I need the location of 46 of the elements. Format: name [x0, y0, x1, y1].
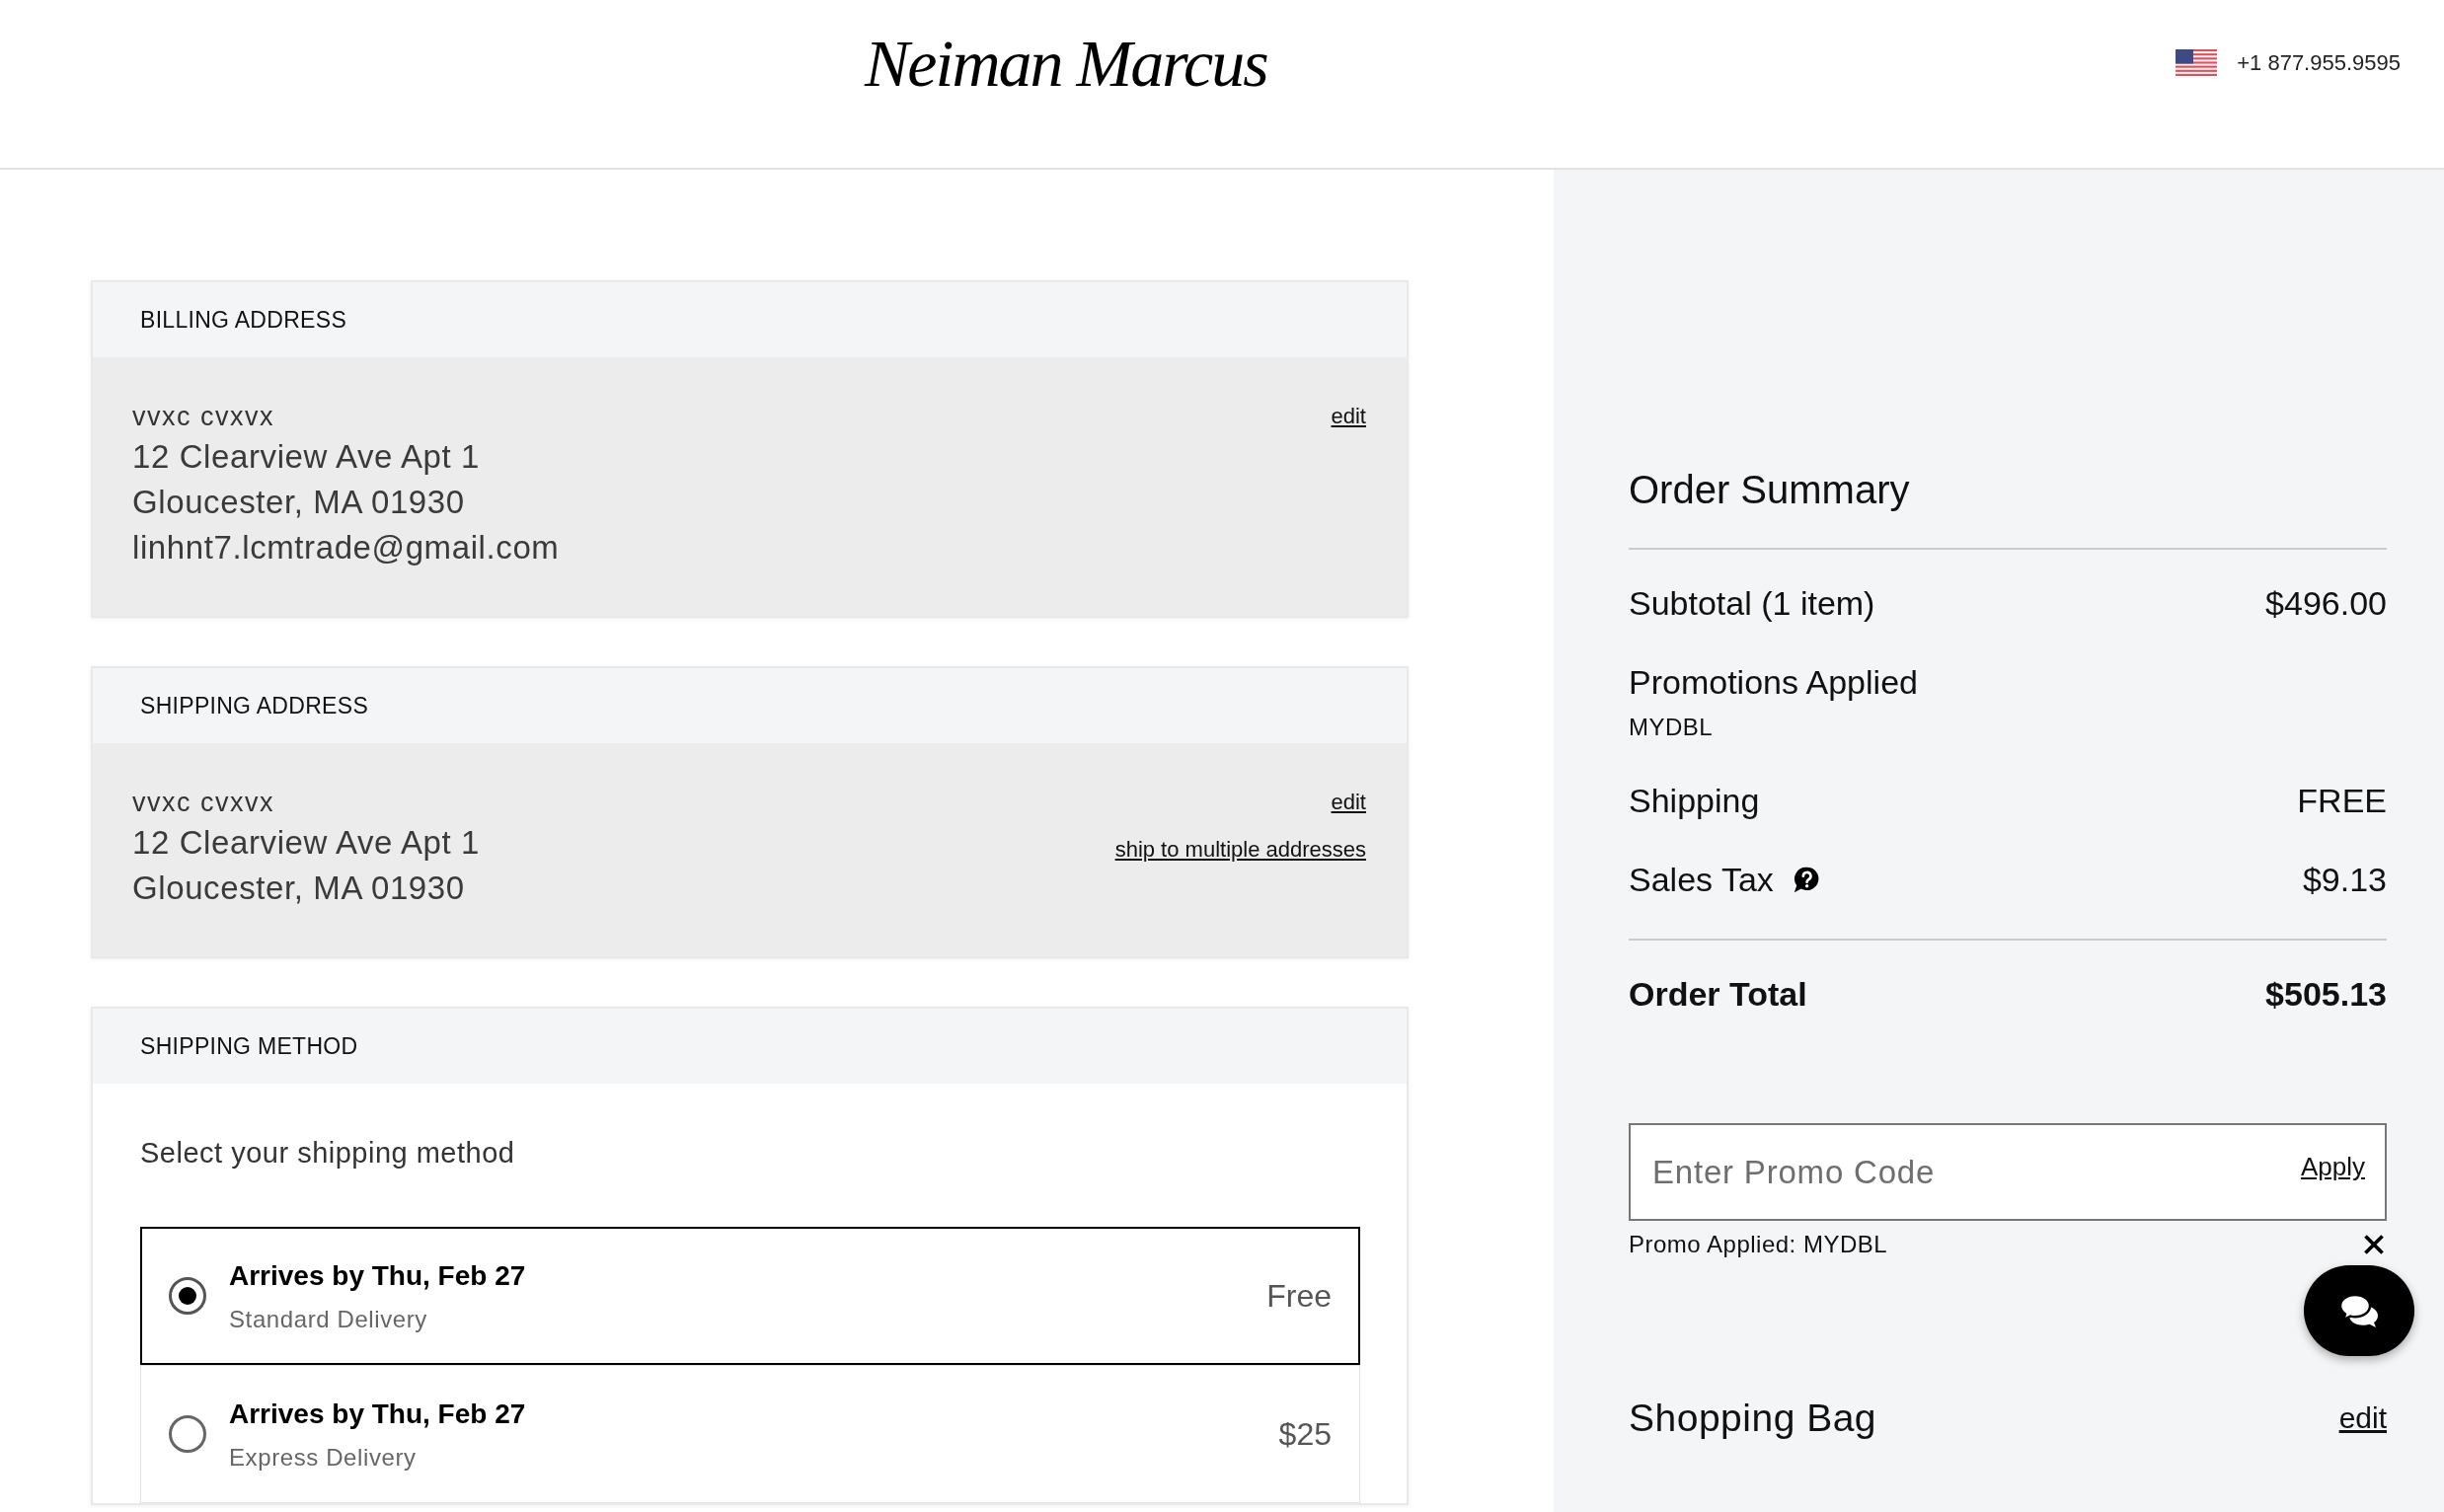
total-label: Order Total	[1629, 974, 1807, 1015]
chat-icon	[2339, 1294, 2379, 1327]
summary-value: FREE	[2297, 781, 2387, 821]
chat-button[interactable]	[2304, 1265, 2414, 1356]
shipping-price: Free	[1266, 1277, 1332, 1315]
delivery-service: Express Delivery	[229, 1442, 418, 1473]
promo-code-field[interactable]: Enter Promo Code Apply	[1629, 1123, 2387, 1221]
flag-icon	[2176, 49, 2218, 76]
edit-link[interactable]: edit	[1331, 399, 1366, 434]
section-heading: SHIPPING METHOD	[140, 1032, 358, 1060]
customer-name: vvxc cvxvx	[132, 787, 275, 819]
summary-title: Order Summary	[1629, 467, 1911, 513]
summary-label: Subtotal (1 item)	[1629, 583, 1875, 624]
promo-applied-text: Promo Applied: MYDBL	[1629, 1230, 1888, 1259]
shipping-option[interactable]: Arrives by Thu, Feb 27 Express Delivery $25	[140, 1365, 1360, 1503]
delivery-date: Arrives by Thu, Feb 27	[229, 1258, 526, 1293]
customer-name: vvxc cvxvx	[132, 401, 275, 433]
summary-label: Sales Tax	[1629, 860, 1774, 900]
radio-button[interactable]	[169, 1277, 206, 1315]
address-line: Gloucester, MA 01930	[132, 869, 466, 908]
promo-code: MYDBL	[1629, 713, 1715, 742]
edit-link[interactable]: edit	[2338, 1400, 2387, 1436]
summary-value: $496.00	[2265, 583, 2387, 624]
delivery-date: Arrives by Thu, Feb 27	[229, 1397, 526, 1431]
summary-label: Promotions Applied	[1629, 662, 1919, 703]
edit-link[interactable]: edit	[1331, 785, 1366, 820]
radio-button[interactable]	[169, 1415, 206, 1453]
section-heading: SHIPPING ADDRESS	[140, 692, 369, 719]
ship-multiple-link[interactable]: ship to multiple addresses	[1114, 832, 1366, 868]
shipping-prompt: Select your shipping method	[140, 1136, 516, 1171]
phone-number[interactable]: +1 877.955.9595	[2237, 49, 2401, 76]
section-heading: BILLING ADDRESS	[140, 306, 347, 334]
address-line: 12 Clearview Ave Apt 1	[132, 823, 480, 863]
summary-label: Shipping	[1629, 781, 1760, 821]
close-icon[interactable]	[2364, 1235, 2384, 1254]
logo[interactable]: Neiman Marcus	[865, 24, 1267, 103]
shipping-price: $25	[1278, 1415, 1332, 1453]
address-line: 12 Clearview Ave Apt 1	[132, 437, 481, 477]
total-value: $505.13	[2265, 974, 2387, 1015]
address-line: Gloucester, MA 01930	[132, 483, 466, 522]
delivery-service: Standard Delivery	[229, 1304, 428, 1334]
summary-value: $9.13	[2302, 860, 2387, 900]
shopping-bag-title: Shopping Bag	[1629, 1396, 1877, 1441]
shipping-option[interactable]: Arrives by Thu, Feb 27 Standard Delivery Free	[140, 1227, 1360, 1365]
address-line: linhnt7.lcmtrade@gmail.com	[132, 528, 560, 567]
apply-link[interactable]: Apply	[2300, 1151, 2365, 1182]
